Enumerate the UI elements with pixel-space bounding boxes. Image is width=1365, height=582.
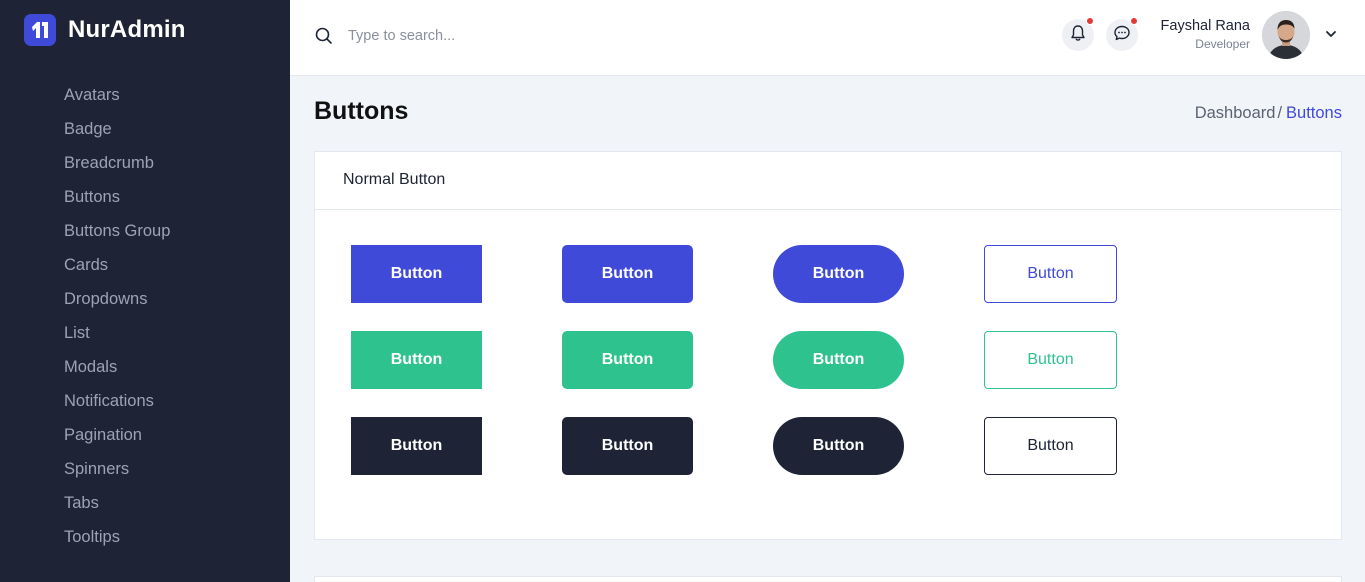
card-title: Normal Button (315, 152, 1341, 210)
success-outline-button[interactable]: Button (984, 331, 1117, 389)
sidebar-item-badge[interactable]: Badge (64, 112, 170, 146)
chat-icon (1112, 23, 1132, 48)
user-name: Fayshal Rana (1160, 18, 1250, 34)
normal-button-card: Normal Button Button Button Button Butto… (314, 151, 1342, 540)
dark-pill-button[interactable]: Button (773, 417, 904, 475)
breadcrumb-home-link[interactable]: Dashboard (1195, 104, 1276, 122)
avatar[interactable] (1262, 11, 1310, 59)
sidebar-item-pagination[interactable]: Pagination (64, 418, 170, 452)
sidebar-item-breadcrumb[interactable]: Breadcrumb (64, 146, 170, 180)
sidebar-item-list[interactable]: List (64, 316, 170, 350)
sidebar-item-buttons[interactable]: Buttons (64, 180, 170, 214)
sidebar-item-notifications[interactable]: Notifications (64, 384, 170, 418)
dark-square-button[interactable]: Button (351, 417, 482, 475)
sidebar-menu: Avatars Badge Breadcrumb Buttons Buttons… (64, 78, 170, 554)
dark-outline-button[interactable]: Button (984, 417, 1117, 475)
sidebar-item-spinners[interactable]: Spinners (64, 452, 170, 486)
sidebar-item-cut-off (92, 56, 108, 62)
page-title: Buttons (314, 97, 409, 125)
success-square-button[interactable]: Button (351, 331, 482, 389)
search-input[interactable] (348, 24, 648, 48)
messages-button[interactable] (1106, 17, 1138, 51)
brand-name: NurAdmin (68, 16, 186, 43)
sidebar-item-cards[interactable]: Cards (64, 248, 170, 282)
message-dot (1130, 17, 1138, 25)
sidebar: NurAdmin Avatars Badge Breadcrumb Button… (0, 0, 290, 582)
next-card-edge (314, 576, 1342, 582)
notifications-button[interactable] (1062, 17, 1094, 51)
sidebar-item-buttons-group[interactable]: Buttons Group (64, 214, 170, 248)
primary-pill-button[interactable]: Button (773, 245, 904, 303)
primary-outline-button[interactable]: Button (984, 245, 1117, 303)
breadcrumb: Dashboard / Buttons (1195, 104, 1342, 123)
breadcrumb-separator: / (1277, 104, 1283, 122)
sidebar-item-tooltips[interactable]: Tooltips (64, 520, 170, 554)
user-info[interactable]: Fayshal Rana Developer (1161, 18, 1250, 51)
user-role: Developer (1195, 37, 1250, 51)
notification-dot (1086, 17, 1094, 25)
primary-square-button[interactable]: Button (351, 245, 482, 303)
topbar: Fayshal Rana Developer (290, 0, 1365, 76)
success-rounded-button[interactable]: Button (562, 331, 693, 389)
sidebar-item-avatars[interactable]: Avatars (64, 78, 170, 112)
brand-logo-icon (24, 14, 56, 46)
breadcrumb-current: Buttons (1286, 104, 1342, 122)
bell-icon (1068, 23, 1088, 48)
chevron-down-icon[interactable] (1324, 27, 1338, 41)
brand[interactable]: NurAdmin (24, 14, 186, 46)
dark-rounded-button[interactable]: Button (562, 417, 693, 475)
sidebar-item-tabs[interactable]: Tabs (64, 486, 170, 520)
sidebar-item-modals[interactable]: Modals (64, 350, 170, 384)
search-icon (314, 26, 334, 46)
primary-rounded-button[interactable]: Button (562, 245, 693, 303)
success-pill-button[interactable]: Button (773, 331, 904, 389)
sidebar-item-dropdowns[interactable]: Dropdowns (64, 282, 170, 316)
